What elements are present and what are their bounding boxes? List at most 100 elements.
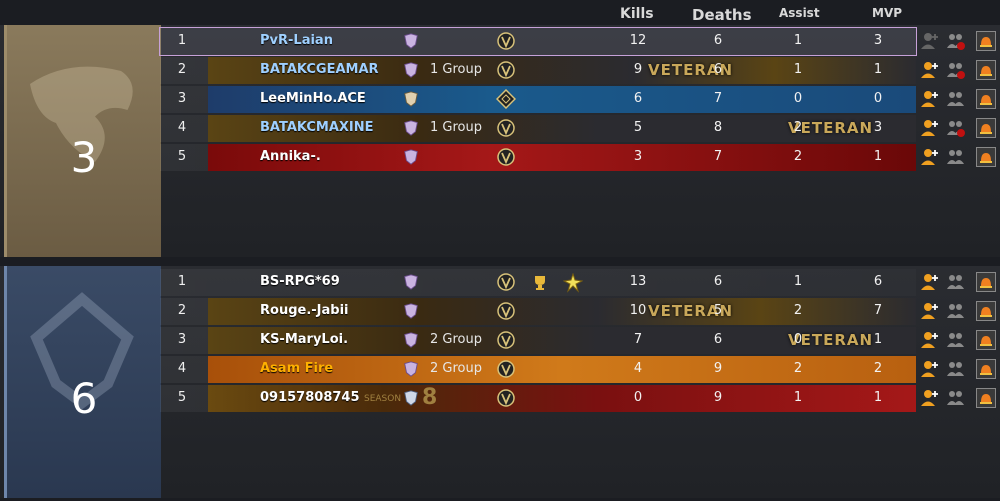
- player-mvp: 0: [873, 91, 883, 106]
- report-icon[interactable]: [976, 147, 996, 167]
- player-assist: 1: [793, 274, 803, 289]
- veteran-badge-icon: [497, 360, 515, 378]
- player-deaths: 6: [713, 332, 723, 347]
- player-deaths: 5: [713, 303, 723, 318]
- report-icon[interactable]: [976, 272, 996, 292]
- player-rank: 2: [177, 62, 187, 77]
- player-rank: 4: [177, 120, 187, 135]
- player-assist: 1: [793, 62, 803, 77]
- add-friend-icon[interactable]: [920, 330, 940, 350]
- player-kills: 9: [633, 62, 643, 77]
- player-assist: 0: [793, 91, 803, 106]
- group-icon[interactable]: [946, 147, 966, 167]
- table-row[interactable]: 4 BATAKCMAXINE 1 Group VETERAN 5 8 2 3: [160, 115, 916, 142]
- player-name[interactable]: BS-RPG*69: [260, 274, 340, 289]
- team-player-count: 6: [70, 374, 98, 423]
- player-name[interactable]: PvR-Laian: [260, 33, 333, 48]
- table-row[interactable]: 3 KS-MaryLoi. 2 Group VETERAN 7 6 0 1: [160, 327, 916, 354]
- player-assist: 0: [793, 332, 803, 347]
- rank-badge-icon: [404, 91, 418, 107]
- report-icon[interactable]: [976, 31, 996, 51]
- player-kills: 0: [633, 390, 643, 405]
- table-row[interactable]: 5 Annika-. 3 7 2 1: [160, 144, 916, 171]
- add-friend-icon[interactable]: [920, 89, 940, 109]
- player-group: 2 Group: [430, 361, 482, 376]
- group-icon[interactable]: [946, 388, 966, 408]
- player-rank: 2: [177, 303, 187, 318]
- team-panel-1: 3 1 PvR-Laian 12 6 1 3 2 BATAKCGEAMAR 1 …: [0, 25, 1000, 257]
- rank-badge-icon: [404, 361, 418, 377]
- group-icon[interactable]: [946, 301, 966, 321]
- add-friend-icon[interactable]: [920, 272, 940, 292]
- veteran-badge-icon: [497, 119, 515, 137]
- report-icon[interactable]: [976, 388, 996, 408]
- player-name[interactable]: LeeMinHo.ACE: [260, 91, 366, 106]
- player-rank: 4: [177, 361, 187, 376]
- player-rank: 5: [177, 149, 187, 164]
- group-icon[interactable]: [946, 272, 966, 292]
- table-row[interactable]: 4 Asam Fire 2 Group 4 9 2 2: [160, 356, 916, 383]
- veteran-badge-icon: [497, 148, 515, 166]
- group-icon[interactable]: [946, 31, 966, 51]
- table-row[interactable]: 2 Rouge.-Jabii VETERAN 10 5 2 7: [160, 298, 916, 325]
- report-icon[interactable]: [976, 330, 996, 350]
- player-mvp: 1: [873, 62, 883, 77]
- add-friend-icon[interactable]: [920, 301, 940, 321]
- report-icon[interactable]: [976, 89, 996, 109]
- player-name[interactable]: Annika-.: [260, 149, 321, 164]
- group-icon[interactable]: [946, 89, 966, 109]
- player-name[interactable]: Rouge.-Jabii: [260, 303, 348, 318]
- table-row[interactable]: 1 PvR-Laian 12 6 1 3: [159, 27, 917, 56]
- group-icon[interactable]: [946, 330, 966, 350]
- group-icon[interactable]: [946, 118, 966, 138]
- team-1-side: 3: [4, 25, 161, 257]
- player-assist: 2: [793, 361, 803, 376]
- player-group: 1 Group: [430, 62, 482, 77]
- player-name[interactable]: BATAKCGEAMAR: [260, 62, 379, 77]
- team-2-side: 6: [4, 266, 161, 498]
- player-kills: 6: [633, 91, 643, 106]
- rank-badge-icon: [404, 332, 418, 348]
- player-kills: 3: [633, 149, 643, 164]
- add-friend-icon[interactable]: [920, 359, 940, 379]
- header-deaths: Deaths: [692, 6, 752, 24]
- table-row[interactable]: 2 BATAKCGEAMAR 1 Group VETERAN 9 6 1 1: [160, 57, 916, 84]
- team-panel-2: 6 1 BS-RPG*69 13 6 1 6 2 Rouge.-Jabii VE…: [0, 266, 1000, 498]
- rank-badge-icon: [404, 303, 418, 319]
- trophy-icon: [535, 276, 545, 290]
- add-friend-icon[interactable]: [920, 388, 940, 408]
- player-deaths: 6: [713, 62, 723, 77]
- report-icon[interactable]: [976, 301, 996, 321]
- veteran-badge-icon: [497, 302, 515, 320]
- add-friend-icon[interactable]: [920, 60, 940, 80]
- player-name[interactable]: 09157808745: [260, 390, 360, 405]
- add-friend-icon[interactable]: [920, 118, 940, 138]
- veteran-badge-icon: [497, 273, 515, 291]
- player-assist: 1: [793, 33, 803, 48]
- table-row[interactable]: 3 LeeMinHo.ACE 6 7 0 0: [160, 86, 916, 113]
- player-mvp: 1: [873, 149, 883, 164]
- player-deaths: 7: [713, 91, 723, 106]
- player-rank: 1: [177, 274, 187, 289]
- player-deaths: 6: [713, 274, 723, 289]
- player-mvp: 7: [873, 303, 883, 318]
- player-name[interactable]: KS-MaryLoi.: [260, 332, 348, 347]
- add-friend-icon: [921, 33, 938, 49]
- report-icon[interactable]: [976, 60, 996, 80]
- player-deaths: 9: [713, 390, 723, 405]
- player-mvp: 3: [873, 120, 883, 135]
- player-mvp: 1: [873, 390, 883, 405]
- player-kills: 10: [629, 303, 647, 318]
- table-row[interactable]: 1 BS-RPG*69 13 6 1 6: [160, 269, 916, 296]
- report-icon[interactable]: [976, 359, 996, 379]
- player-name[interactable]: Asam Fire: [260, 361, 333, 376]
- player-assist: 2: [793, 149, 803, 164]
- group-icon[interactable]: [946, 359, 966, 379]
- add-friend-icon[interactable]: [920, 147, 940, 167]
- season-number: 8: [422, 385, 438, 410]
- table-row[interactable]: 5 09157808745 SEASON 8 0 9 1 1: [160, 385, 916, 412]
- group-icon[interactable]: [946, 60, 966, 80]
- report-icon[interactable]: [976, 118, 996, 138]
- player-assist: 1: [793, 390, 803, 405]
- player-name[interactable]: BATAKCMAXINE: [260, 120, 374, 135]
